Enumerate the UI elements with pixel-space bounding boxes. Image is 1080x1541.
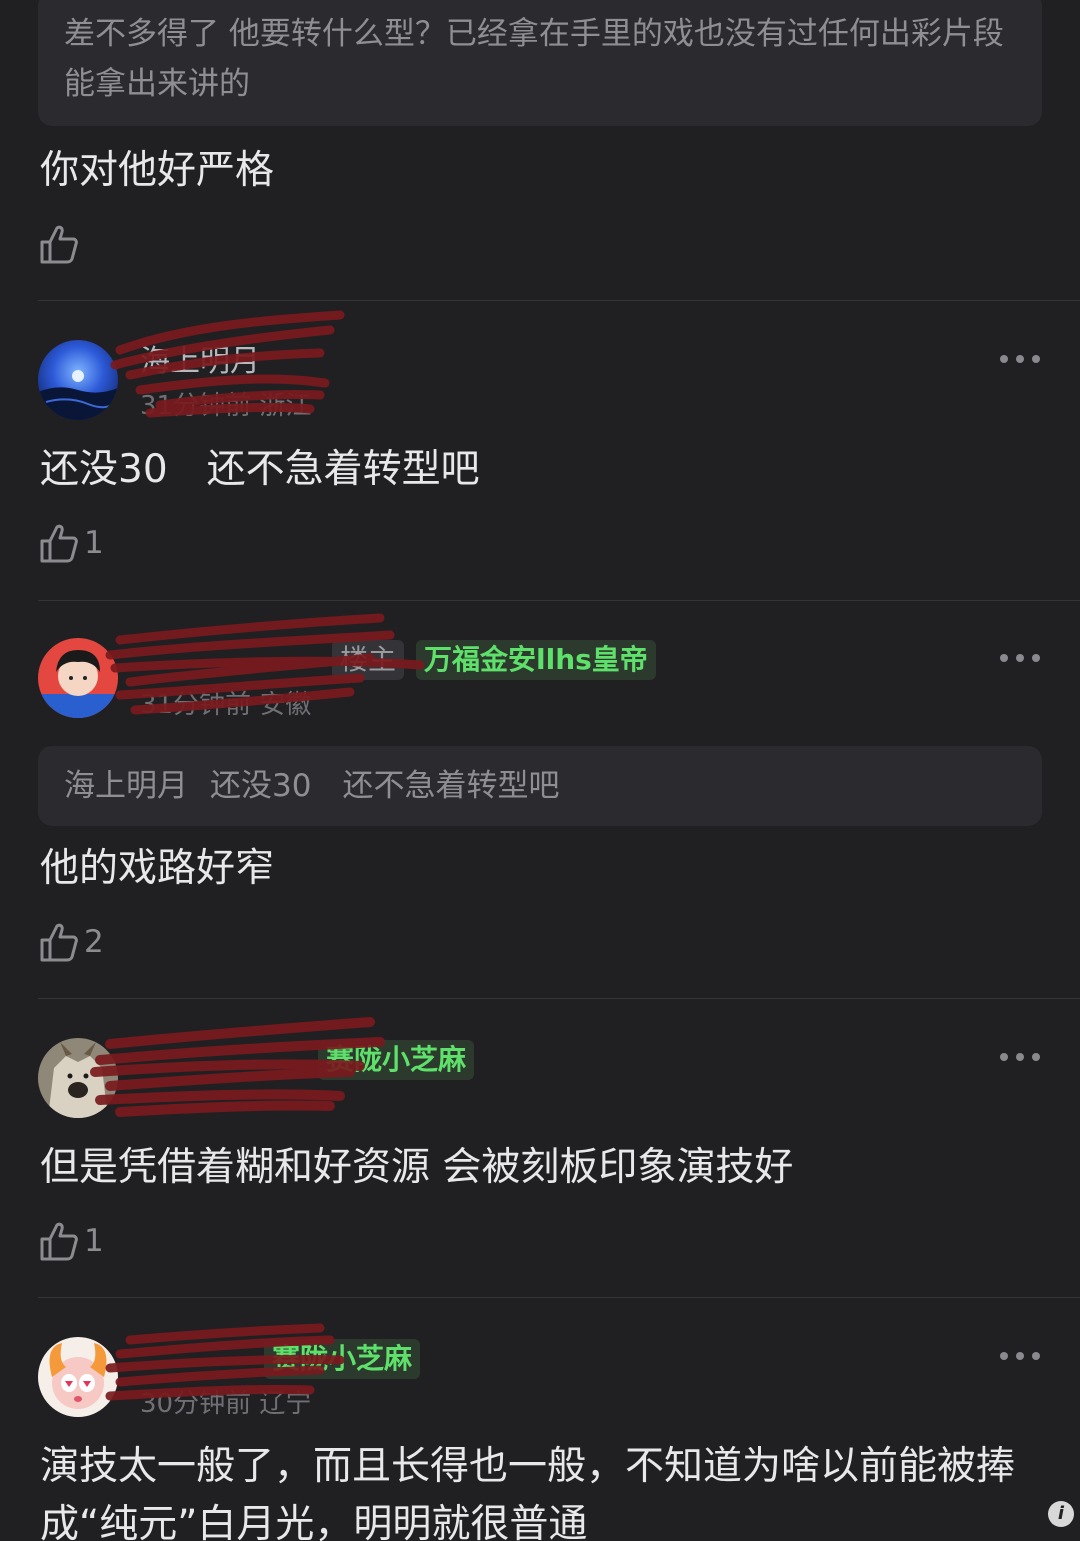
divider: [38, 600, 1080, 601]
more-options-button[interactable]: [1000, 1348, 1040, 1364]
avatar[interactable]: [38, 340, 118, 420]
comment-text: 还没30 还不急着转型吧: [40, 447, 480, 492]
fan-badge: 赛陇小芝麻: [318, 1040, 475, 1080]
fan-badge: 赛陇小芝麻: [264, 1339, 421, 1379]
quoted-reply: 差不多得了 他要转什么型？已经拿在手里的戏也没有过任何出彩片段能拿出来讲的: [38, 0, 1042, 126]
avatar[interactable]: [38, 1038, 118, 1118]
thumbs-up-icon: [40, 225, 78, 264]
comment-text: 他的戏路好窄: [40, 846, 275, 891]
watermark-icon: i: [1048, 1501, 1074, 1527]
more-dots-icon: [1000, 355, 1008, 363]
like-button[interactable]: 1: [40, 1219, 104, 1263]
comment-text: 演技太一般了，而且长得也一般，不知道为啥以前能被捧成“纯元”白月光，明明就很普通: [40, 1444, 1016, 1541]
comment-meta: 30分钟前 辽宁: [140, 1381, 311, 1421]
comment-thread: 差不多得了 他要转什么型？已经拿在手里的戏也没有过任何出彩片段能拿出来讲的 你对…: [0, 0, 1080, 1541]
username-line: 海上明月: [140, 336, 260, 380]
username-line: 楼主 万福金安llhs皇帝: [140, 638, 656, 682]
quoted-reply: 海上明月 还没30 还不急着转型吧: [38, 746, 1042, 826]
time-location: 31分钟前 安徽: [140, 689, 312, 720]
quoted-reply-name: 海上明月: [64, 768, 188, 804]
username-line: 赛陇小芝麻: [140, 1038, 475, 1082]
more-dots-icon: [1000, 1053, 1008, 1061]
divider: [38, 300, 1080, 301]
thumbs-up-icon: [40, 1222, 78, 1261]
time-location: 30分钟前 辽宁: [140, 1388, 312, 1419]
more-dots-icon: [1000, 1352, 1008, 1360]
thumbs-up-icon: [40, 923, 78, 962]
like-count: 2: [84, 924, 104, 960]
like-button[interactable]: 1: [40, 521, 104, 565]
op-badge: 楼主: [332, 640, 405, 680]
like-count: 1: [84, 525, 104, 561]
comment-text: 你对他好严格: [40, 148, 275, 193]
avatar[interactable]: [38, 638, 118, 718]
like-count: 1: [84, 1223, 104, 1259]
thumbs-up-icon: [40, 524, 78, 563]
avatar[interactable]: [38, 1337, 118, 1417]
comment-meta: 31分钟前 浙江: [140, 383, 311, 423]
like-button[interactable]: [40, 222, 78, 266]
divider: [38, 998, 1080, 999]
quoted-reply-text: 差不多得了 他要转什么型？已经拿在手里的戏也没有过任何出彩片段能拿出来讲的: [64, 16, 1004, 102]
divider: [38, 1297, 1080, 1298]
more-options-button[interactable]: [1000, 1049, 1040, 1065]
more-options-button[interactable]: [1000, 650, 1040, 666]
like-button[interactable]: 2: [40, 920, 104, 964]
more-options-button[interactable]: [1000, 351, 1040, 367]
username-line: 赛陇小芝麻: [140, 1337, 421, 1381]
quoted-reply-text: 还没30 还不急着转型吧: [210, 768, 560, 804]
comment-text: 但是凭借着糊和好资源 会被刻板印象演技好: [40, 1145, 794, 1190]
fan-badge: 万福金安llhs皇帝: [416, 640, 656, 680]
time-location: 31分钟前 浙江: [140, 390, 312, 421]
more-dots-icon: [1000, 654, 1008, 662]
comment-meta: 31分钟前 安徽: [140, 682, 311, 722]
username[interactable]: 海上明月: [140, 336, 260, 380]
